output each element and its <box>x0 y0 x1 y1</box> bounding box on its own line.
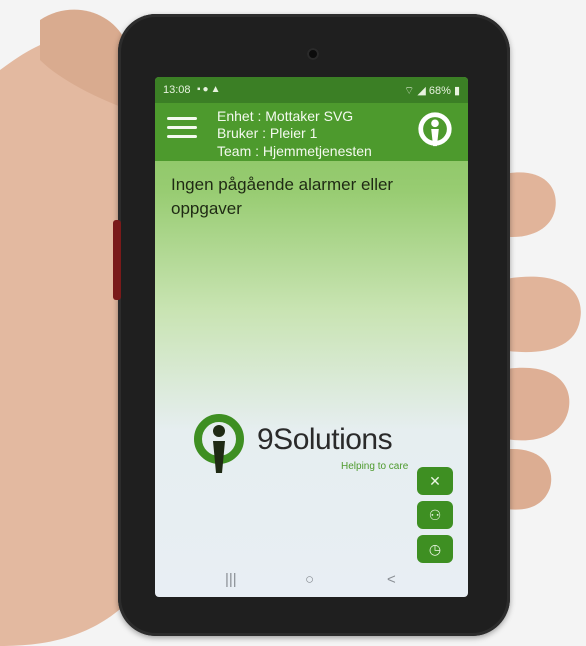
app-logo-icon[interactable] <box>416 111 454 149</box>
brand-name: 9Solutions <box>257 423 393 456</box>
close-icon[interactable]: ✕ <box>417 467 453 495</box>
hamburger-menu-icon[interactable] <box>167 113 199 141</box>
brand-tagline: Helping to care <box>341 461 409 472</box>
home-icon[interactable]: ○ <box>305 571 314 588</box>
device-label: Enhet : Mottaker SVG <box>217 108 354 124</box>
back-icon[interactable]: < <box>387 571 396 588</box>
android-nav-bar: ||| ○ < <box>155 563 468 597</box>
recent-apps-icon[interactable]: ||| <box>225 571 237 588</box>
status-time: 13:08 <box>163 84 191 96</box>
status-right: ⌔ ◢ 68% ▮ <box>404 84 460 98</box>
front-camera <box>307 48 319 60</box>
hand-finger-2 <box>500 276 581 353</box>
hand-finger-3 <box>500 367 570 441</box>
hand-palm <box>0 37 130 646</box>
user-label: Bruker : Pleier 1 <box>217 125 318 141</box>
users-icon[interactable]: ⚇ <box>417 501 453 529</box>
no-alarms-message: Ingen pågående alarmer eller oppgaver <box>171 175 394 218</box>
status-bar: 13:08 ▪●▲ ⌔ ◢ 68% ▮ <box>155 77 468 103</box>
clock-icon[interactable]: ◷ <box>417 535 453 563</box>
battery-icon: ▮ <box>450 85 460 97</box>
notification-icons: ▪●▲ <box>197 84 223 95</box>
signal-icon: ⌔ ◢ <box>403 85 429 97</box>
team-label: Team : Hjemmetjenesten <box>217 143 372 159</box>
brand-block: 9Solutions Helping to care <box>191 413 451 485</box>
9solutions-logo-icon <box>194 414 244 473</box>
battery-level: 68% <box>428 85 451 97</box>
phone-screen: 13:08 ▪●▲ ⌔ ◢ 68% ▮ Enhet : Mottaker SVG… <box>155 77 468 597</box>
app-header: Enhet : Mottaker SVG Bruker : Pleier 1 T… <box>155 103 468 161</box>
side-button <box>113 220 121 300</box>
